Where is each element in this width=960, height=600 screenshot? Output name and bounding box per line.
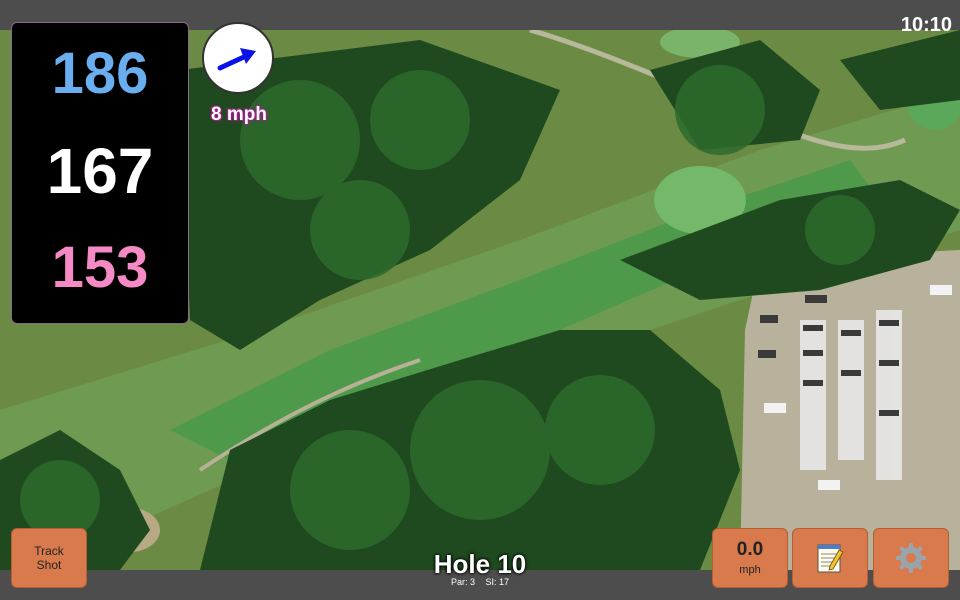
distance-front: 153 [51, 235, 149, 300]
track-shot-button[interactable]: Track Shot [11, 528, 87, 588]
status-clock: 10:10 [900, 14, 952, 36]
speed-unit: mph [739, 564, 761, 576]
speed-button[interactable]: 0.0 mph [712, 528, 788, 588]
hole-title: Hole 10 [433, 549, 527, 579]
hole-par: Par: 3 [450, 577, 475, 587]
speed-value: 0.0 [736, 539, 764, 560]
gear-icon [896, 543, 926, 573]
hole-info: Par: 3 SI: 17 [380, 577, 580, 587]
distance-middle: 167 [46, 135, 154, 207]
track-shot-label-line1: Track [34, 544, 64, 558]
track-shot-label-line2: Shot [36, 558, 62, 572]
wind-direction-arrow-icon [217, 48, 256, 71]
hole-stroke-index: SI: 17 [485, 577, 510, 587]
wind-speed-label: 8 mph [211, 104, 267, 125]
wind-indicator [202, 22, 274, 94]
distance-panel: 186 167 153 [11, 22, 189, 324]
settings-button[interactable] [873, 528, 949, 588]
notepad-icon [817, 544, 844, 573]
distance-back: 186 [51, 41, 149, 106]
notes-button[interactable] [792, 528, 868, 588]
